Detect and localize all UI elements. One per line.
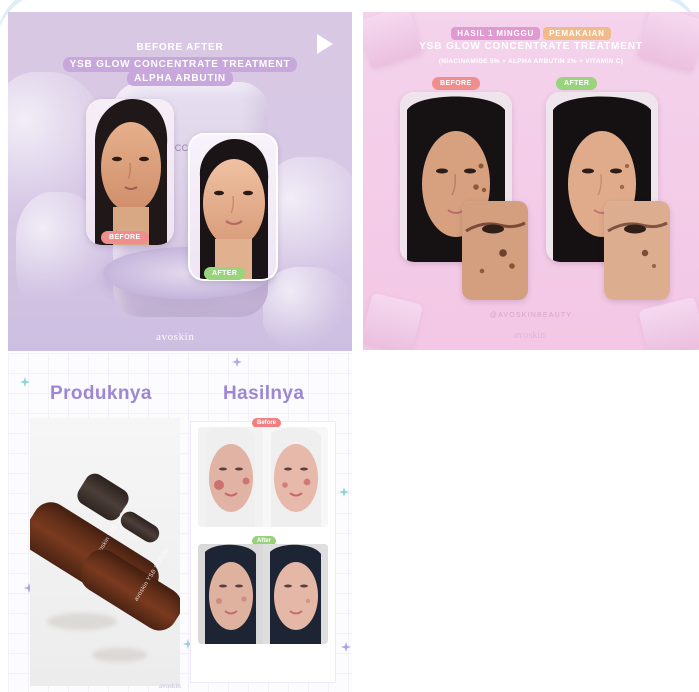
bottle-shadow-small	[92, 648, 147, 662]
bottle-shadow-large	[47, 613, 117, 630]
water-splash-bottom-right	[263, 267, 352, 347]
sparkle-icon	[339, 487, 349, 497]
results-before-image	[198, 427, 328, 527]
tile2-before-badge: BEFORE	[432, 77, 480, 90]
tile1-title-pill: YSB GLOW CONCENTRATE TREATMENT	[62, 57, 298, 72]
before-badge: BEFORE	[101, 231, 149, 244]
before-after-tile-pink[interactable]: HASIL 1 MINGGU PEMAKAIAN YSB GLOW CONCEN…	[363, 12, 699, 350]
sparkle-icon	[232, 357, 242, 367]
after-face-image	[190, 135, 276, 279]
play-icon-svg	[317, 34, 333, 54]
tile2-before-zoom-card	[462, 201, 528, 300]
collage-page: YO CC TB 3 BEFORE AFTER YSB GLOW CONCENT…	[0, 0, 699, 692]
tile1-title-line-1: BEFORE AFTER	[136, 42, 224, 53]
result-title: Hasilnya	[223, 383, 305, 404]
tile2-after-zoom-card	[604, 201, 670, 300]
sparkle-icon	[341, 642, 351, 652]
tile2-heading-line-1: HASIL 1 MINGGU PEMAKAIAN	[363, 27, 699, 40]
before-after-tile-lavender[interactable]: YO CC TB 3 BEFORE AFTER YSB GLOW CONCENT…	[8, 12, 352, 351]
results-before-svg	[198, 427, 328, 527]
tile1-subtitle-pill: ALPHA ARBUTIN	[127, 71, 233, 86]
play-icon[interactable]	[310, 30, 338, 58]
before-face-image	[86, 99, 174, 245]
results-after-svg	[198, 544, 328, 644]
product-results-tile[interactable]: Produknya Hasilnya avoskin YSB GLOW avos…	[8, 353, 352, 692]
product-box-bottom-right	[638, 296, 699, 350]
tile2-after-zoom-image	[604, 201, 670, 300]
tile2-heading-line-3: (NIACINAMIDE 5% + ALPHA ARBUTIN 2% + VIT…	[438, 58, 624, 65]
results-after-image	[198, 544, 328, 644]
tile2-heading-line-2: YSB GLOW CONCENTRATE TREATMENT	[419, 41, 643, 52]
avoskin-brand-logo: avoskin	[156, 331, 195, 343]
after-face-card	[188, 133, 278, 281]
tile2-brand-logo: avoskin	[514, 330, 546, 341]
tile3-brand-logo: avoskin	[159, 682, 181, 690]
small-bottle-dropper	[117, 508, 163, 546]
sparkle-icon	[20, 377, 30, 387]
tile2-before-zoom-image	[462, 201, 528, 300]
tile1-title-line-3: ALPHA ARBUTIN	[8, 71, 352, 86]
tile2-after-badge: AFTER	[556, 77, 598, 90]
tile2-footer-text: @AVOSKINBEAUTY	[489, 312, 573, 319]
before-face-card	[86, 99, 174, 245]
tile2-heading-tag-1: HASIL 1 MINGGU	[451, 27, 541, 40]
product-box-bottom-left	[363, 292, 424, 350]
after-badge: AFTER	[204, 267, 246, 280]
product-photo-panel: avoskin YSB GLOW avoskin YSB SERUM	[30, 418, 180, 686]
tile2-heading-tag-2: PEMAKAIAN	[543, 27, 611, 40]
tile1-title-line-2: YSB GLOW CONCENTRATE TREATMENT	[8, 57, 352, 72]
product-title: Produknya	[50, 383, 152, 404]
